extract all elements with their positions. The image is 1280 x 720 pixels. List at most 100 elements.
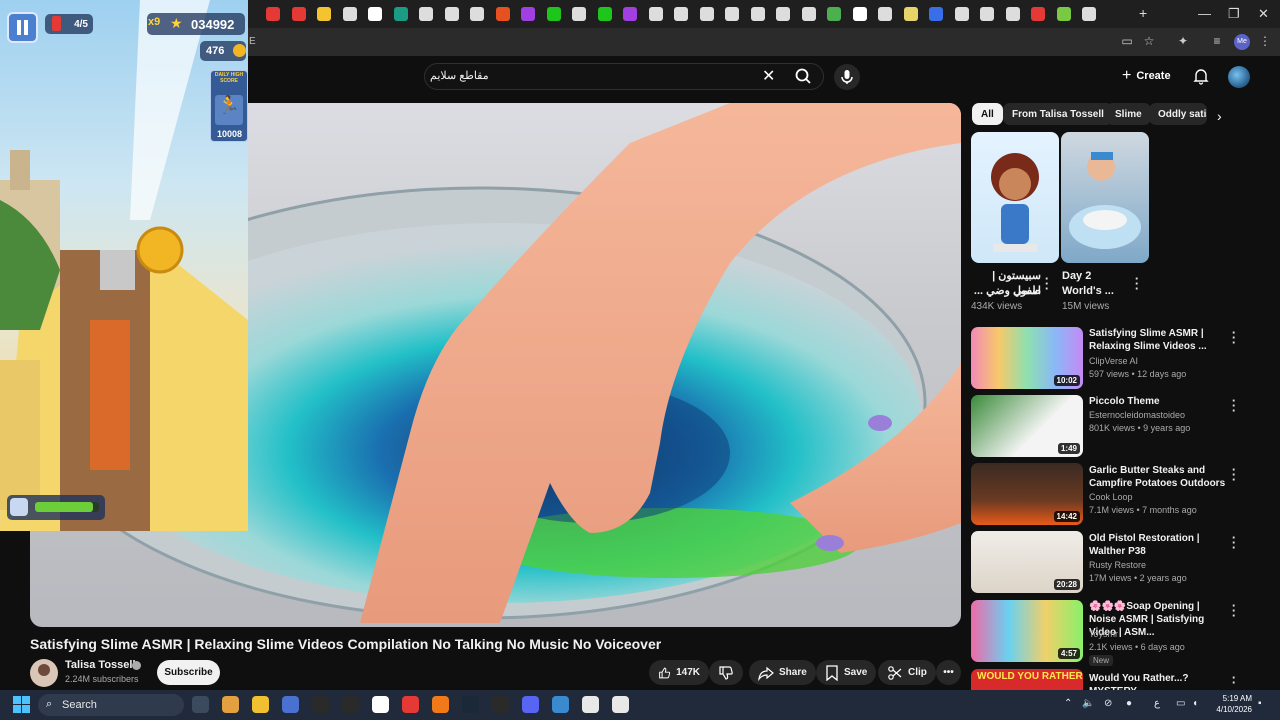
chip-oddly-satisfying[interactable]: Oddly satis (1149, 103, 1207, 125)
settings-icon[interactable] (492, 696, 509, 713)
video-thumbnail[interactable]: 1:49 (971, 395, 1083, 457)
menu-icon[interactable]: ⋮ (1258, 34, 1272, 48)
browser-tab[interactable] (317, 7, 331, 21)
rec-title[interactable]: Garlic Butter Steaks and Campfire Potato… (1089, 464, 1227, 490)
browser-tab[interactable] (929, 7, 943, 21)
short-menu-icon[interactable]: · · · (1131, 272, 1143, 295)
browser-tab[interactable] (750, 7, 765, 21)
short-title-line1[interactable]: Day 2 (1062, 269, 1132, 284)
rec-channel[interactable]: ClipVerse AI (1089, 356, 1138, 366)
browser-tab[interactable] (470, 7, 484, 21)
browser-tab[interactable] (648, 7, 663, 21)
browser-tab[interactable] (266, 7, 280, 21)
browser-tab[interactable] (674, 7, 688, 21)
browser-tab[interactable] (801, 7, 816, 21)
store-icon[interactable] (282, 696, 299, 713)
photos-icon[interactable] (552, 696, 569, 713)
browser-tab[interactable] (623, 7, 637, 21)
browser-tab[interactable] (1082, 7, 1096, 21)
pause-button[interactable] (7, 12, 38, 43)
short-title-line2[interactable]: ... طفول وضي (971, 284, 1041, 299)
copilot-icon[interactable] (222, 696, 239, 713)
terminal-icon[interactable] (312, 696, 329, 713)
windows-start-icon[interactable] (13, 696, 30, 713)
rec-channel[interactable]: Esternocleidomastoideo (1089, 410, 1185, 420)
short-menu-icon[interactable]: · · · (1041, 272, 1053, 295)
chip-from-channel[interactable]: From Talisa Tossell (1003, 103, 1113, 125)
channel-avatar[interactable] (30, 659, 58, 687)
clock-time[interactable]: 5:19 AM (1214, 694, 1252, 703)
video-thumbnail[interactable]: 20:28 (971, 531, 1083, 593)
chrome-icon[interactable] (372, 696, 389, 713)
speaker-icon[interactable]: 🔈 (1082, 698, 1094, 709)
clear-search-icon[interactable]: ✕ (762, 66, 775, 86)
browser-tab[interactable] (725, 7, 739, 21)
browser-tab[interactable] (521, 7, 535, 21)
chrome-profile-icon[interactable] (582, 696, 599, 713)
media-icon[interactable] (402, 696, 419, 713)
rec-menu-icon[interactable]: · · · (1228, 394, 1240, 417)
network-off-icon[interactable]: ⊘ (1104, 698, 1112, 709)
app-icon[interactable] (612, 696, 629, 713)
cast-icon[interactable]: ▭ (1120, 34, 1134, 48)
browser-tab[interactable] (852, 7, 867, 21)
browser-tab[interactable] (699, 7, 714, 21)
chip-slime[interactable]: Slime (1106, 103, 1151, 125)
browser-tab[interactable] (1031, 7, 1045, 21)
browser-tab[interactable] (954, 7, 969, 21)
profile-button[interactable]: Me (1234, 34, 1250, 50)
browser-tab[interactable] (419, 7, 433, 21)
mic-tray-icon[interactable]: ● (1126, 698, 1132, 709)
dislike-button[interactable] (709, 660, 743, 685)
more-actions-button[interactable]: ••• (936, 660, 961, 685)
short-thumbnail[interactable] (971, 132, 1059, 263)
browser-tab[interactable] (368, 7, 382, 21)
browser-tab[interactable] (572, 7, 586, 21)
browser-tab[interactable] (1005, 7, 1020, 21)
rec-title[interactable]: Old Pistol Restoration | Walther P38 (1089, 532, 1227, 558)
rec-channel[interactable]: Rusty Restore (1089, 560, 1146, 570)
rec-menu-icon[interactable]: · · · (1228, 599, 1240, 622)
search-button[interactable] (788, 63, 824, 90)
steam-icon[interactable] (462, 696, 479, 713)
wifi-icon[interactable]: ▭ (1176, 698, 1185, 709)
file-explorer-icon[interactable] (252, 696, 269, 713)
browser-tab[interactable] (495, 7, 510, 21)
video-thumbnail[interactable]: 4:57 (971, 600, 1083, 662)
bookmark-star-icon[interactable]: ☆ (1142, 34, 1156, 48)
app-icon[interactable] (342, 696, 359, 713)
extensions-icon[interactable]: ✦ (1176, 34, 1190, 48)
like-button[interactable]: 147K (649, 660, 709, 685)
video-thumbnail[interactable]: 14:42 (971, 463, 1083, 525)
voice-search-button[interactable] (834, 64, 860, 90)
discord-icon[interactable] (522, 696, 539, 713)
taskbar-search[interactable]: Search (38, 694, 184, 716)
clip-button[interactable]: Clip (878, 660, 936, 685)
video-thumbnail[interactable]: 10:02 (971, 327, 1083, 389)
chip-all[interactable]: All (972, 103, 1003, 125)
notifications-button[interactable] (1192, 67, 1210, 85)
rec-menu-icon[interactable]: · · · (1228, 463, 1240, 486)
browser-tab[interactable] (291, 7, 306, 21)
browser-tab[interactable] (1056, 7, 1071, 21)
save-button[interactable]: Save (816, 660, 877, 685)
browser-tab[interactable] (980, 7, 994, 21)
chevron-right-icon[interactable]: › (1217, 108, 1222, 124)
minimize-button[interactable]: — (1198, 6, 1211, 21)
rec-menu-icon[interactable]: · · (1228, 671, 1240, 689)
channel-name[interactable]: Talisa Tossell (65, 659, 136, 671)
notification-center-icon[interactable]: ▪ (1258, 698, 1262, 709)
language-indicator[interactable]: ع (1154, 698, 1160, 709)
create-button[interactable]: + Create (1122, 64, 1171, 88)
browser-tab[interactable] (393, 7, 408, 21)
share-button[interactable]: Share (749, 660, 816, 685)
rec-menu-icon[interactable]: · · · (1228, 326, 1240, 349)
browser-tab[interactable] (903, 7, 918, 21)
short-title-line2[interactable]: World's ... (1062, 284, 1132, 299)
browser-tab[interactable] (444, 7, 459, 21)
subscribe-button[interactable]: Subscribe (157, 660, 220, 685)
reading-list-icon[interactable]: ≡ (1210, 34, 1224, 48)
firefox-icon[interactable] (432, 696, 449, 713)
clock-date[interactable]: 4/10/2026 (1206, 705, 1252, 714)
new-tab-button[interactable]: + (1139, 5, 1147, 21)
